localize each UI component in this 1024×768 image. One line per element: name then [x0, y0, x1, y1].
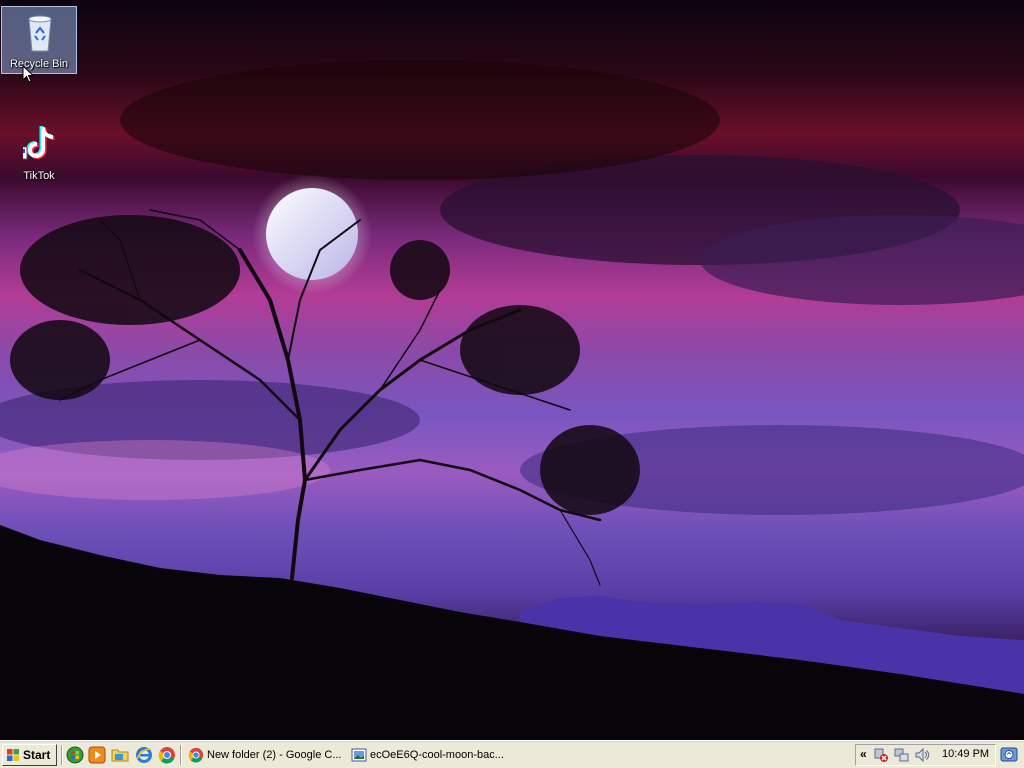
tiktok-icon	[14, 125, 55, 165]
mouse-cursor-icon	[22, 65, 34, 83]
system-tray: « 10:49 PM	[855, 744, 996, 766]
taskbar-separator	[61, 745, 63, 765]
internet-explorer-icon[interactable]	[135, 746, 153, 764]
task-label: New folder (2) - Google C...	[207, 749, 342, 761]
tray-expand-button[interactable]: «	[860, 747, 867, 761]
recycle-bin-icon	[24, 13, 56, 53]
clock[interactable]: 10:49 PM	[942, 748, 989, 760]
chrome-icon	[188, 747, 204, 763]
taskbar-separator	[180, 745, 182, 765]
folder-icon[interactable]	[111, 746, 129, 764]
network-icon[interactable]	[894, 747, 910, 763]
windows-logo-icon	[7, 749, 19, 761]
network-error-icon[interactable]	[873, 747, 889, 763]
image-viewer-icon	[351, 748, 367, 762]
taskbar-item-image-viewer[interactable]: ecOeE6Q-cool-moon-bac...	[347, 744, 507, 766]
windows-update-icon[interactable]	[66, 746, 84, 764]
chrome-icon[interactable]	[158, 746, 176, 764]
taskbar-item-chrome[interactable]: New folder (2) - Google C...	[184, 744, 344, 766]
taskbar: Start New folder (2) - Google C... ecOeE…	[0, 740, 1024, 768]
start-button[interactable]: Start	[2, 744, 57, 766]
desktop-icon-label: Recycle Bin	[9, 58, 69, 70]
show-desktop-icon[interactable]	[1000, 746, 1018, 764]
desktop-icon-tiktok[interactable]: TikTok	[1, 119, 77, 187]
desktop[interactable]: Recycle Bin TikTok	[0, 0, 1024, 740]
task-label: ecOeE6Q-cool-moon-bac...	[370, 749, 504, 761]
start-label: Start	[23, 748, 51, 762]
wallpaper-image	[0, 60, 1024, 740]
desktop-icon-recycle-bin[interactable]: Recycle Bin	[1, 6, 77, 83]
desktop-icon-label: TikTok	[23, 170, 55, 182]
media-player-icon[interactable]	[88, 746, 106, 764]
volume-icon[interactable]	[914, 747, 930, 763]
